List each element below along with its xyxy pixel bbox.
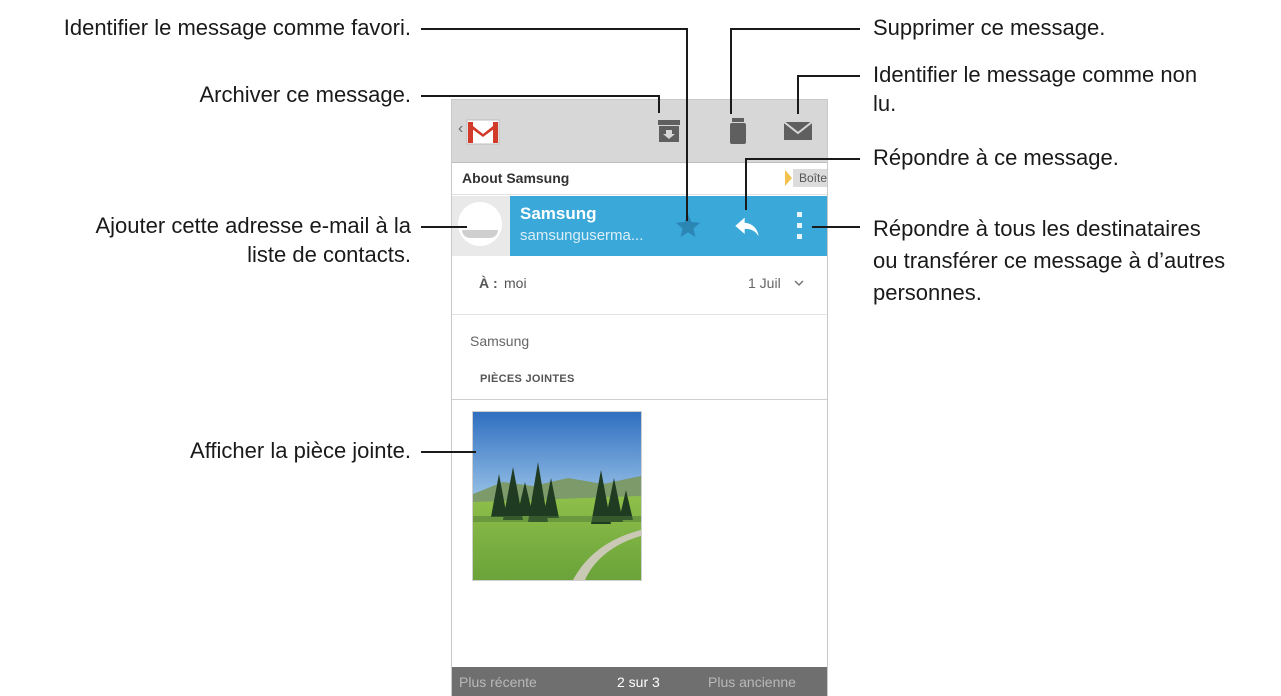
gmail-logo-icon[interactable] [465, 114, 503, 148]
to-label: À : [479, 275, 498, 291]
label-tag-icon [785, 170, 792, 186]
recipient-row[interactable]: À : moi 1 Juil [452, 256, 827, 315]
callout-delete: Supprimer ce message. [873, 15, 1106, 40]
callout-mark-unread-1: Identifier le message comme non [873, 62, 1198, 87]
navigation-footer: Plus récente 2 sur 3 Plus ancienne [452, 667, 827, 696]
subject-title: About Samsung [462, 170, 570, 186]
callout-line [797, 75, 860, 77]
callout-line [797, 75, 799, 114]
callout-line [686, 28, 688, 221]
callout-view-attachment: Afficher la pièce jointe. [190, 438, 411, 463]
back-icon[interactable]: ‹ [458, 120, 463, 138]
callout-favorite: Identifier le message comme favori. [63, 15, 411, 40]
mark-unread-icon[interactable] [778, 112, 818, 150]
to-value: moi [504, 275, 527, 291]
subject-row: About Samsung Boîte de réception [452, 162, 827, 195]
callout-line [745, 158, 747, 210]
callout-line [730, 28, 732, 114]
action-bar: ‹ [452, 100, 827, 163]
attachment-thumbnail[interactable] [472, 411, 642, 581]
trash-icon[interactable] [718, 112, 758, 150]
callout-reply: Répondre à ce message. [873, 145, 1119, 170]
landscape-photo-icon [473, 412, 641, 580]
archive-icon[interactable] [649, 112, 689, 150]
callout-reply-all-2: ou transférer ce message à d’autres [873, 248, 1226, 273]
attachments-header: PIÈCES JOINTES [480, 373, 575, 385]
callout-line [421, 226, 467, 228]
callout-line [658, 95, 660, 113]
callout-line [421, 451, 476, 453]
message-body: Samsung [470, 333, 530, 349]
callout-mark-unread-2: lu. [873, 91, 897, 116]
message-counter: 2 sur 3 [617, 674, 660, 690]
callout-add-contact-2: liste de contacts. [247, 242, 411, 267]
sender-email: samsunguserma... [520, 227, 644, 244]
callout-line [421, 95, 660, 97]
sender-header: Samsung samsunguserma... [452, 196, 827, 256]
callout-add-contact-1: Ajouter cette adresse e-mail à la [95, 213, 412, 238]
older-button[interactable]: Plus ancienne [708, 674, 796, 690]
callout-archive: Archiver ce message. [199, 82, 411, 107]
attachments-divider [452, 399, 827, 400]
sender-name: Samsung [520, 204, 597, 223]
callout-line [421, 28, 688, 30]
callout-line [745, 158, 860, 160]
email-screen: ‹ About Samsung Boîte de réception [451, 99, 828, 696]
callout-line [730, 28, 860, 30]
newer-button[interactable]: Plus récente [459, 674, 537, 690]
star-icon[interactable] [674, 212, 702, 240]
reply-icon[interactable] [733, 213, 761, 241]
callout-reply-all-1: Répondre à tous les destinataires [873, 216, 1201, 241]
label-chip[interactable]: Boîte de réception [793, 169, 827, 187]
chevron-down-icon[interactable] [794, 280, 804, 287]
overflow-menu-icon[interactable] [795, 212, 805, 242]
callout-line [812, 226, 860, 228]
callout-reply-all-3: personnes. [873, 280, 982, 305]
message-date: 1 Juil [748, 275, 781, 291]
